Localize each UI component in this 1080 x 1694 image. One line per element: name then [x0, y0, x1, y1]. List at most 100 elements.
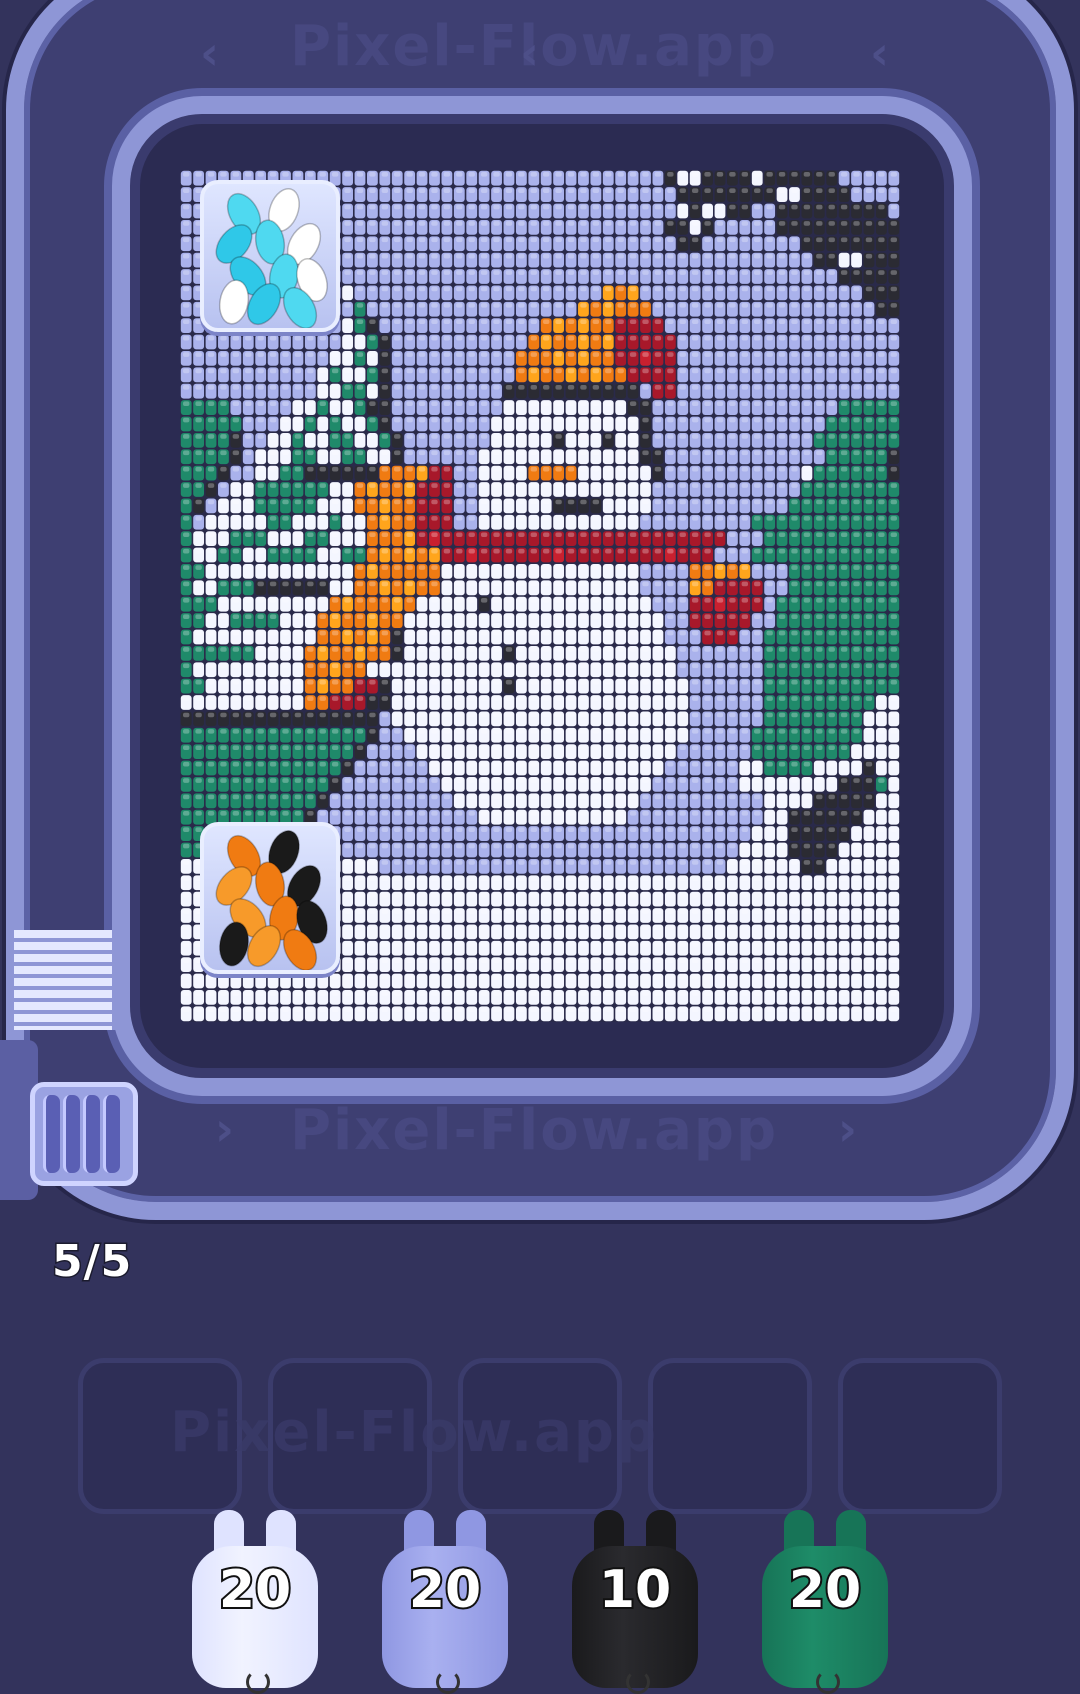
pixel-highlight	[840, 188, 848, 193]
pixel-highlight	[766, 368, 773, 374]
pixel-highlight	[816, 663, 823, 669]
ammo-spool[interactable]	[30, 1082, 138, 1186]
pixel-highlight	[195, 548, 202, 554]
pixel-highlight	[443, 335, 451, 341]
pixel-highlight	[865, 335, 873, 341]
pixel-highlight	[741, 434, 749, 439]
pixel-highlight	[480, 385, 488, 390]
pixel-highlight	[431, 499, 438, 505]
pixel-highlight	[729, 483, 736, 488]
pixel-highlight	[679, 466, 686, 472]
pixel-highlight	[865, 843, 873, 849]
pixel-highlight	[865, 204, 873, 210]
pixel-highlight	[840, 221, 848, 226]
pixel-highlight	[754, 532, 761, 538]
pixel-highlight	[853, 548, 860, 554]
pixel-highlight	[282, 352, 289, 357]
pixel-highlight	[642, 565, 649, 570]
pixel-highlight	[878, 401, 885, 406]
pixel-highlight	[282, 532, 289, 538]
pixel-highlight	[456, 860, 463, 865]
pixel-highlight	[356, 172, 364, 177]
pixel-highlight	[778, 319, 786, 325]
pixel-highlight	[443, 286, 451, 292]
pixel-highlight	[319, 581, 326, 587]
pixel-highlight	[605, 368, 612, 374]
pixel-highlight	[207, 598, 215, 603]
pixel-highlight	[629, 548, 637, 554]
pixel-highlight	[592, 401, 600, 406]
pixel-highlight	[505, 581, 513, 587]
pixel-highlight	[642, 401, 649, 406]
pixel-highlight	[369, 778, 376, 783]
pixel-highlight	[691, 286, 699, 292]
pixel-highlight	[480, 778, 488, 783]
pixel-highlight	[766, 499, 773, 505]
pixel-highlight	[394, 172, 401, 177]
pixel-highlight	[543, 729, 550, 734]
pixel-highlight	[592, 860, 600, 865]
pixel-highlight	[456, 499, 463, 505]
pixel-highlight	[356, 303, 364, 308]
pixel-highlight	[729, 778, 736, 783]
pixel-highlight	[232, 434, 240, 439]
pixel-highlight	[331, 368, 339, 374]
pixel-highlight	[592, 548, 600, 554]
pixel-highlight	[605, 843, 612, 849]
pixel-highlight	[468, 794, 475, 800]
pixel-highlight	[381, 679, 389, 685]
pixel-highlight	[381, 598, 389, 603]
pixel-highlight	[567, 630, 575, 636]
pixel-highlight	[518, 253, 525, 259]
pixel-highlight	[505, 696, 513, 701]
pixel-highlight	[431, 335, 438, 341]
pixel-highlight	[406, 843, 413, 849]
pixel-highlight	[716, 696, 724, 701]
pixel-highlight	[890, 811, 897, 816]
pixel-highlight	[840, 647, 848, 652]
pixel-highlight	[679, 188, 686, 193]
pixel-highlight	[543, 188, 550, 193]
pixel-highlight	[220, 663, 227, 669]
pixel-highlight	[840, 630, 848, 636]
pixel-highlight	[840, 794, 848, 800]
pixel-highlight	[778, 630, 786, 636]
pixel-highlight	[828, 253, 835, 259]
pixel-highlight	[853, 188, 860, 193]
pixel-highlight	[567, 712, 575, 718]
pixel-highlight	[840, 253, 848, 259]
pixel-highlight	[617, 630, 624, 636]
pixel-highlight	[294, 614, 302, 619]
pixel-highlight	[381, 827, 389, 832]
pixel-highlight	[828, 385, 835, 390]
pixel-highlight	[778, 172, 786, 177]
pixel-highlight	[344, 581, 351, 587]
pixel-highlight	[480, 483, 488, 488]
pixel-highlight	[791, 663, 798, 669]
pixel-highlight	[766, 647, 773, 652]
pixel-highlight	[344, 204, 351, 210]
pixel-highlight	[406, 368, 413, 374]
pixel-highlight	[691, 401, 699, 406]
pixel-highlight	[319, 745, 326, 751]
pixel-highlight	[431, 450, 438, 456]
pixel-highlight	[840, 614, 848, 619]
pixel-highlight	[431, 401, 438, 406]
pixel-highlight	[183, 483, 190, 488]
pixel-highlight	[853, 679, 860, 685]
pixel-highlight	[704, 843, 711, 849]
pixel-highlight	[890, 450, 897, 456]
pixel-highlight	[207, 761, 215, 767]
pixel-highlight	[319, 778, 326, 783]
pixel-highlight	[257, 483, 264, 488]
pixel-highlight	[667, 466, 674, 472]
pixel-highlight	[307, 712, 314, 718]
pixel-highlight	[518, 352, 525, 357]
pixel-highlight	[754, 565, 761, 570]
pixel-highlight	[282, 696, 289, 701]
pixel-highlight	[518, 778, 525, 783]
pixel-highlight	[381, 630, 389, 636]
pixel-highlight	[195, 712, 202, 718]
pixel-highlight	[307, 581, 314, 587]
pixel-highlight	[629, 811, 637, 816]
